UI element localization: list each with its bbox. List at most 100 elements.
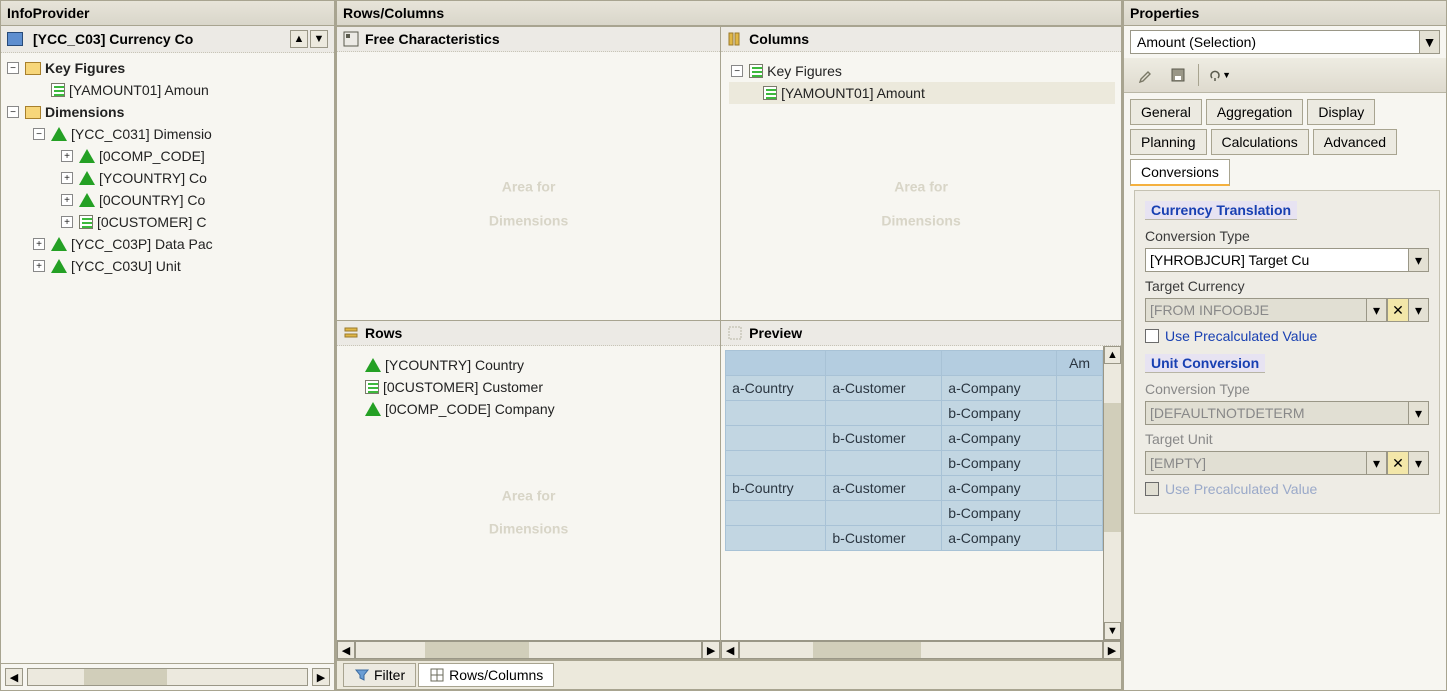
tree-row-dim-folder[interactable]: − Dimensions xyxy=(5,101,332,123)
tab-filter[interactable]: Filter xyxy=(343,663,416,687)
collapse-toggle[interactable]: − xyxy=(7,62,19,74)
infoprovider-title: InfoProvider xyxy=(1,1,334,26)
tab-calculations[interactable]: Calculations xyxy=(1211,129,1309,155)
tree-row-dimp[interactable]: + [YCC_C03P] Data Pac xyxy=(5,233,332,255)
dropdown-icon[interactable]: ▼ xyxy=(1420,30,1440,54)
sort-up-icon[interactable]: ▲ xyxy=(290,30,308,48)
tree-row-kf-item[interactable]: [YAMOUNT01] Amoun xyxy=(5,79,332,101)
tree-row-kf-folder[interactable]: − Key Figures xyxy=(5,57,332,79)
precalc-label: Use Precalculated Value xyxy=(1165,328,1317,344)
scroll-track[interactable] xyxy=(27,668,308,686)
watermark-text: Area forDimensions xyxy=(881,166,960,233)
characteristic-icon xyxy=(365,358,381,372)
scroll-track[interactable] xyxy=(1104,364,1121,622)
tree-row-dimu[interactable]: + [YCC_C03U] Unit xyxy=(5,255,332,277)
characteristic-icon xyxy=(79,215,93,229)
dim1-label: [YCC_C031] Dimensio xyxy=(71,126,212,142)
bottom-tabs: Filter Rows/Columns xyxy=(337,660,1121,690)
tree-row-dim1-child[interactable]: + [YCOUNTRY] Co xyxy=(5,167,332,189)
tree-row-dim1-child[interactable]: + [0COUNTRY] Co xyxy=(5,189,332,211)
table-row: b-Company xyxy=(726,451,1103,476)
characteristic-icon xyxy=(79,149,95,163)
preview-hscroll[interactable]: ◀ ▶ xyxy=(721,640,1121,659)
columns-pane[interactable]: Columns − Key Figures [YAMOUNT01] Amount… xyxy=(721,27,1121,321)
dropdown-icon[interactable]: ▾ xyxy=(1409,248,1429,272)
columns-kf-row[interactable]: − Key Figures xyxy=(729,60,1115,82)
tab-conversions[interactable]: Conversions xyxy=(1130,159,1230,186)
sort-down-icon[interactable]: ▼ xyxy=(310,30,328,48)
infoprovider-root-row[interactable]: [YCC_C03] Currency Co ▲ ▼ xyxy=(1,26,334,53)
dropdown-icon[interactable]: ▾ xyxy=(1367,298,1387,322)
tab-aggregation[interactable]: Aggregation xyxy=(1206,99,1304,125)
expand-toggle[interactable]: + xyxy=(61,150,73,162)
preview-vscroll[interactable]: ▲ ▼ xyxy=(1103,346,1121,640)
expand-toggle[interactable]: + xyxy=(61,216,73,228)
dropdown-icon: ▾ xyxy=(1409,401,1429,425)
scroll-left-icon[interactable]: ◀ xyxy=(5,668,23,686)
scroll-track[interactable] xyxy=(739,641,1103,659)
rows-item[interactable]: [0CUSTOMER] Customer xyxy=(345,376,714,398)
variable-icon[interactable]: ✕ xyxy=(1387,451,1409,475)
scroll-right-icon[interactable]: ▶ xyxy=(312,668,330,686)
left-scrollbar[interactable]: ◀ ▶ xyxy=(1,663,334,690)
expand-toggle[interactable]: + xyxy=(33,238,45,250)
table-row: b-Customera-Company xyxy=(726,426,1103,451)
save-icon[interactable] xyxy=(1166,64,1190,86)
tab-advanced[interactable]: Advanced xyxy=(1313,129,1397,155)
scroll-track[interactable] xyxy=(355,641,702,659)
scroll-left-icon[interactable]: ◀ xyxy=(337,641,355,659)
rows-hscroll[interactable]: ◀ ▶ xyxy=(337,640,720,659)
tree-row-dim1[interactable]: − [YCC_C031] Dimensio xyxy=(5,123,332,145)
folder-icon xyxy=(25,106,41,119)
expand-toggle[interactable]: + xyxy=(61,194,73,206)
use-precalculated-checkbox[interactable]: Use Precalculated Value xyxy=(1145,328,1429,344)
table-row: a-Countrya-Customera-Company xyxy=(726,376,1103,401)
watermark-text: Area forDimensions xyxy=(489,166,568,233)
columns-item-row[interactable]: [YAMOUNT01] Amount xyxy=(729,82,1115,104)
scroll-right-icon[interactable]: ▶ xyxy=(702,641,720,659)
dropdown-icon[interactable]: ▾ xyxy=(1409,451,1429,475)
expand-toggle[interactable]: + xyxy=(61,172,73,184)
edit-icon[interactable] xyxy=(1134,64,1158,86)
scroll-up-icon[interactable]: ▲ xyxy=(1104,346,1121,364)
infoprovider-tree: − Key Figures [YAMOUNT01] Amoun − Dimens… xyxy=(1,53,334,663)
tab-general[interactable]: General xyxy=(1130,99,1202,125)
key-figure-icon xyxy=(763,86,777,100)
scroll-left-icon[interactable]: ◀ xyxy=(721,641,739,659)
collapse-toggle[interactable]: − xyxy=(7,106,19,118)
columns-label: Columns xyxy=(749,31,809,47)
expand-toggle[interactable]: + xyxy=(33,260,45,272)
collapse-toggle[interactable]: − xyxy=(731,65,743,77)
dimension-icon xyxy=(51,259,67,273)
free-chars-icon xyxy=(343,31,359,47)
variable-icon[interactable]: ✕ xyxy=(1387,298,1409,322)
tab-display[interactable]: Display xyxy=(1307,99,1375,125)
properties-selection-input[interactable] xyxy=(1130,30,1420,54)
properties-panel: Properties ▼ ▼ General Aggregation Displ… xyxy=(1122,0,1447,691)
tree-row-dim1-child[interactable]: + [0COMP_CODE] xyxy=(5,145,332,167)
free-chars-label: Free Characteristics xyxy=(365,31,500,47)
infoprovider-panel: InfoProvider [YCC_C03] Currency Co ▲ ▼ −… xyxy=(0,0,336,691)
watermark-text: Area forDimensions xyxy=(489,474,568,541)
table-row: b-Countrya-Customera-Company xyxy=(726,476,1103,501)
free-characteristics-pane[interactable]: Free Characteristics Area forDimensions xyxy=(337,27,721,321)
scroll-right-icon[interactable]: ▶ xyxy=(1103,641,1121,659)
tree-row-dim1-child[interactable]: + [0CUSTOMER] C xyxy=(5,211,332,233)
tab-planning[interactable]: Planning xyxy=(1130,129,1207,155)
scroll-down-icon[interactable]: ▼ xyxy=(1104,622,1121,640)
properties-toolbar: ▼ xyxy=(1124,58,1446,93)
tab-rows-columns[interactable]: Rows/Columns xyxy=(418,663,554,687)
preview-pane: Preview Am a-Countrya-Customera-Company … xyxy=(721,321,1121,660)
technical-name-icon[interactable]: ▼ xyxy=(1207,64,1231,86)
rows-item[interactable]: [0COMP_CODE] Company xyxy=(345,398,714,420)
rows-pane[interactable]: Rows [YCOUNTRY] Country [0CUSTOMER] Cust… xyxy=(337,321,721,660)
key-figures-icon xyxy=(749,64,763,78)
dropdown-icon[interactable]: ▾ xyxy=(1409,298,1429,322)
conversion-type-input[interactable] xyxy=(1145,248,1409,272)
checkbox-icon[interactable] xyxy=(1145,329,1159,343)
unit-precalculated-checkbox: Use Precalculated Value xyxy=(1145,481,1429,497)
rows-columns-panel: Rows/Columns Free Characteristics Area f… xyxy=(336,0,1122,691)
characteristic-icon xyxy=(365,402,381,416)
rows-item[interactable]: [YCOUNTRY] Country xyxy=(345,354,714,376)
collapse-toggle[interactable]: − xyxy=(33,128,45,140)
